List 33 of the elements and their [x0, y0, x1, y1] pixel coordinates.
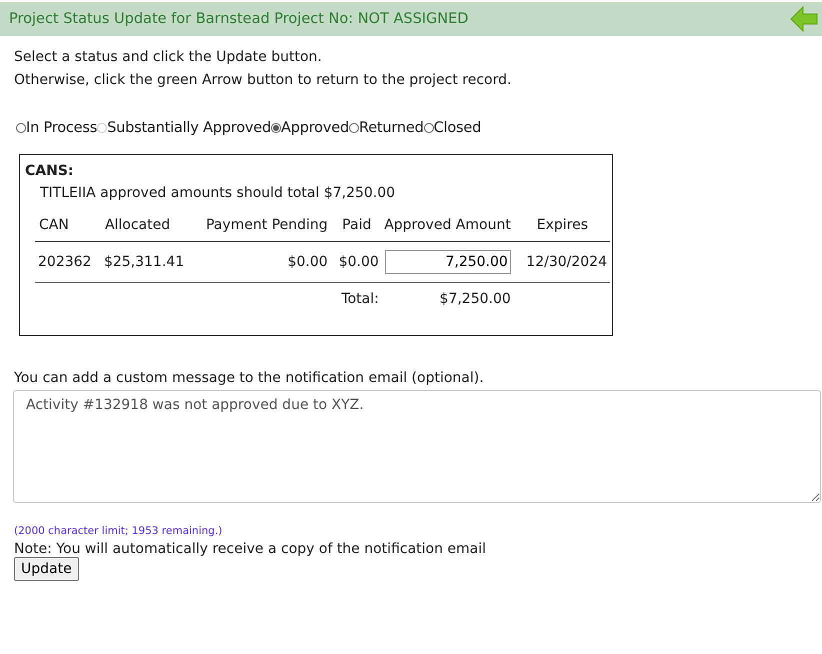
total-label: Total: [341, 291, 379, 307]
status-label: In Process [26, 120, 98, 136]
instruction-text: Otherwise, click the green Arrow button to return to the project record. [14, 71, 512, 90]
approved-amount-field[interactable]: 7,250.00 [384, 250, 511, 274]
character-limit-text: (2000 character limit; 1953 remaining.) [14, 525, 224, 537]
column-header: Approved Amount [382, 209, 514, 242]
note-text: Note: You will automatically receive a copy of the notification email [14, 541, 488, 557]
cans-title: CANS: [25, 163, 75, 179]
status-label: Approved [281, 120, 349, 136]
update-button[interactable]: Update [14, 557, 79, 581]
status-radio[interactable] [16, 123, 26, 133]
column-header: CAN [35, 209, 101, 242]
message-field[interactable]: Activity #132918 was not approved due to XYZ. [13, 390, 821, 503]
status-label: Closed [434, 120, 482, 136]
status-label: Returned [358, 120, 424, 136]
status-radio[interactable] [424, 123, 434, 133]
table-cell: 202362 [38, 254, 92, 270]
status-label: Substantially Approved [107, 120, 272, 136]
status-radio[interactable] [271, 123, 282, 133]
column-header: Paid [330, 209, 382, 242]
column-header: Allocated [100, 209, 188, 242]
status-radio[interactable] [348, 123, 359, 133]
table-cell: $25,311.41 [104, 254, 184, 270]
table-cell: 12/30/2024 [526, 254, 607, 270]
message-label: You can add a custom message to the notification email (optional). [14, 370, 485, 386]
table-cell: $0.00 [338, 254, 379, 270]
total-value: $7,250.00 [440, 291, 511, 307]
page-title: Project Status Update for Barnstead Project No: NOT ASSIGNED [9, 11, 468, 27]
column-header: Payment Pending [188, 209, 331, 242]
total-note: TITLEIIA approved amounts should total $7,250.00 [40, 185, 396, 201]
instruction-text: Select a status and click the Update button. [14, 48, 323, 67]
table-cell: $0.00 [288, 254, 328, 270]
column-header: Expires [514, 209, 610, 242]
